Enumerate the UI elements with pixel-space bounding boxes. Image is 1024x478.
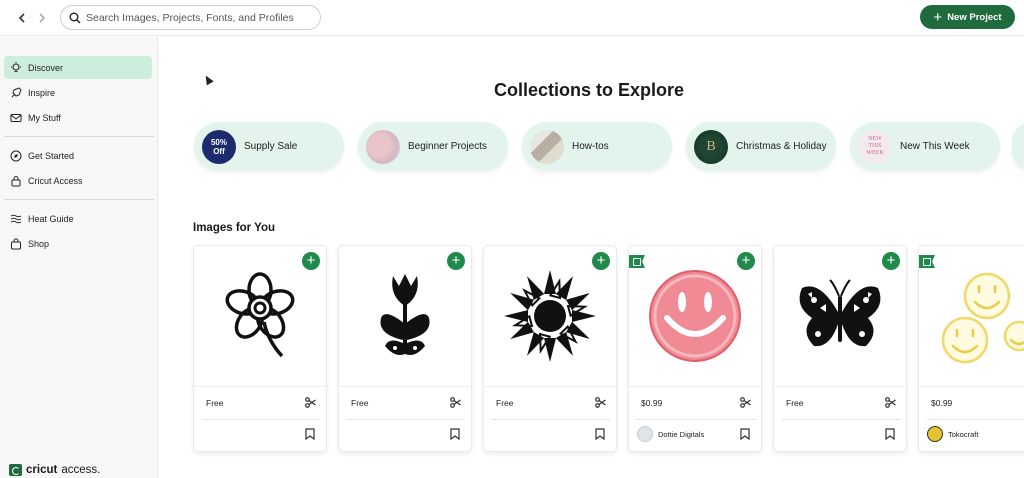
- sidebar-item-cricut-access[interactable]: Cricut Access: [4, 169, 152, 192]
- images-section-title: Images for You: [193, 222, 276, 234]
- new-this-week-thumbnail: NEW THIS WEEK: [858, 129, 892, 164]
- card-divider: [202, 419, 320, 420]
- author-link[interactable]: Dottie Digitals: [637, 426, 704, 442]
- avatar: [637, 426, 653, 442]
- add-to-canvas-button[interactable]: +: [302, 252, 320, 270]
- cut-scissors-icon: [740, 397, 751, 408]
- cut-scissors-icon: [450, 397, 461, 408]
- mail-icon: [10, 113, 22, 122]
- lock-icon: [11, 175, 21, 186]
- cricut-logo-icon: [9, 464, 22, 476]
- sidebar-item-get-started[interactable]: Get Started: [4, 144, 152, 167]
- card-divider: [484, 386, 616, 387]
- search-bar[interactable]: [60, 5, 321, 30]
- image-card[interactable]: $0.99 Tokocraft: [918, 245, 1024, 452]
- collection-label: New This Week: [900, 141, 970, 152]
- author-name: Tokocraft: [948, 429, 979, 439]
- bookmark-icon[interactable]: [450, 428, 460, 440]
- collection-supply-sale[interactable]: 50% Off Supply Sale: [194, 122, 344, 171]
- cut-scissors-icon: [885, 397, 896, 408]
- chevron-right-icon[interactable]: [32, 8, 52, 28]
- sidebar-item-shop[interactable]: Shop: [4, 232, 152, 255]
- avatar: [927, 426, 943, 442]
- bookmark-icon[interactable]: [305, 428, 315, 440]
- price-label: $0.99: [641, 398, 663, 408]
- sidebar-item-label: Heat Guide: [28, 213, 74, 224]
- add-to-canvas-button[interactable]: +: [737, 252, 755, 270]
- price-label: Free: [351, 398, 369, 408]
- add-to-canvas-button[interactable]: +: [592, 252, 610, 270]
- card-divider: [492, 419, 610, 420]
- brand-name: cricut: [26, 464, 58, 476]
- sale-badge-thumbnail: 50% Off: [202, 129, 236, 164]
- card-divider: [347, 419, 465, 420]
- sidebar-item-heat-guide[interactable]: Heat Guide: [4, 207, 152, 230]
- image-card[interactable]: + Free: [193, 245, 327, 452]
- bookmark-icon[interactable]: [885, 428, 895, 440]
- price-label: Free: [786, 398, 804, 408]
- sidebar-item-label: Cricut Access: [28, 175, 83, 186]
- collection-label: How-tos: [572, 141, 609, 152]
- image-card[interactable]: + Free: [483, 245, 617, 452]
- chevron-left-icon[interactable]: [12, 8, 32, 28]
- price-label: Free: [206, 398, 224, 408]
- sidebar-item-label: Get Started: [28, 150, 75, 161]
- sidebar-item-my-stuff[interactable]: My Stuff: [4, 106, 152, 129]
- collection-how-tos[interactable]: How-tos: [522, 122, 672, 171]
- yellow-smileys-image: [919, 246, 1024, 386]
- plus-icon: +: [933, 8, 943, 26]
- card-divider: [927, 419, 1024, 420]
- collection-label: Beginner Projects: [408, 141, 487, 152]
- sidebar-divider: [4, 199, 154, 200]
- new-project-label: New Project: [947, 11, 1002, 23]
- author-name: Dottie Digitals: [658, 429, 705, 439]
- card-divider: [637, 419, 755, 420]
- collection-next-partial[interactable]: [1012, 122, 1024, 171]
- author-link[interactable]: Tokocraft: [927, 426, 978, 442]
- add-to-canvas-button[interactable]: +: [882, 252, 900, 270]
- compass-icon: [10, 150, 22, 161]
- card-divider: [339, 386, 471, 387]
- christmas-thumbnail: B: [694, 129, 728, 164]
- heat-waves-icon: [10, 214, 22, 223]
- collection-new-this-week[interactable]: NEW THIS WEEK New This Week: [850, 122, 1000, 171]
- card-divider: [194, 386, 326, 387]
- shopping-bag-icon: [11, 238, 21, 249]
- cut-scissors-icon: [305, 397, 316, 408]
- search-input[interactable]: [86, 11, 306, 24]
- price-label: $0.99: [931, 398, 953, 408]
- collection-christmas-holiday[interactable]: B Christmas & Holiday: [686, 122, 836, 171]
- add-to-canvas-button[interactable]: +: [447, 252, 465, 270]
- bookmark-icon[interactable]: [595, 428, 605, 440]
- sidebar-item-label: My Stuff: [28, 112, 61, 123]
- card-divider: [774, 386, 906, 387]
- collections-title: Collections to Explore: [493, 80, 685, 100]
- collection-beginner-projects[interactable]: Beginner Projects: [358, 122, 508, 171]
- image-card[interactable]: + Free: [338, 245, 472, 452]
- beginner-projects-thumbnail: [366, 129, 400, 164]
- bookmark-icon[interactable]: [740, 428, 750, 440]
- new-project-button[interactable]: + New Project: [920, 5, 1015, 29]
- search-icon: [69, 12, 81, 24]
- card-divider: [782, 419, 900, 420]
- collection-label: Supply Sale: [244, 141, 298, 152]
- sidebar-divider: [4, 136, 154, 137]
- cricut-access-logo: cricut access.: [9, 464, 100, 476]
- card-divider: [919, 386, 1024, 387]
- how-tos-thumbnail: [530, 129, 564, 164]
- brand-suffix: access.: [61, 464, 101, 476]
- collection-label: Christmas & Holiday: [736, 141, 827, 152]
- top-bar: + New Project: [0, 0, 1024, 36]
- sidebar: Discover Inspire My Stuff Get Started Cr…: [0, 37, 158, 478]
- price-label: Free: [496, 398, 514, 408]
- sidebar-item-label: Discover: [28, 62, 64, 73]
- sidebar-item-discover[interactable]: Discover: [4, 56, 152, 79]
- cut-scissors-icon: [595, 397, 606, 408]
- image-card[interactable]: + $0.99 Dottie Digitals: [628, 245, 762, 452]
- image-card[interactable]: + Free: [773, 245, 907, 452]
- sidebar-item-label: Shop: [28, 238, 50, 249]
- lightbulb-icon: [11, 61, 21, 72]
- card-divider: [629, 386, 761, 387]
